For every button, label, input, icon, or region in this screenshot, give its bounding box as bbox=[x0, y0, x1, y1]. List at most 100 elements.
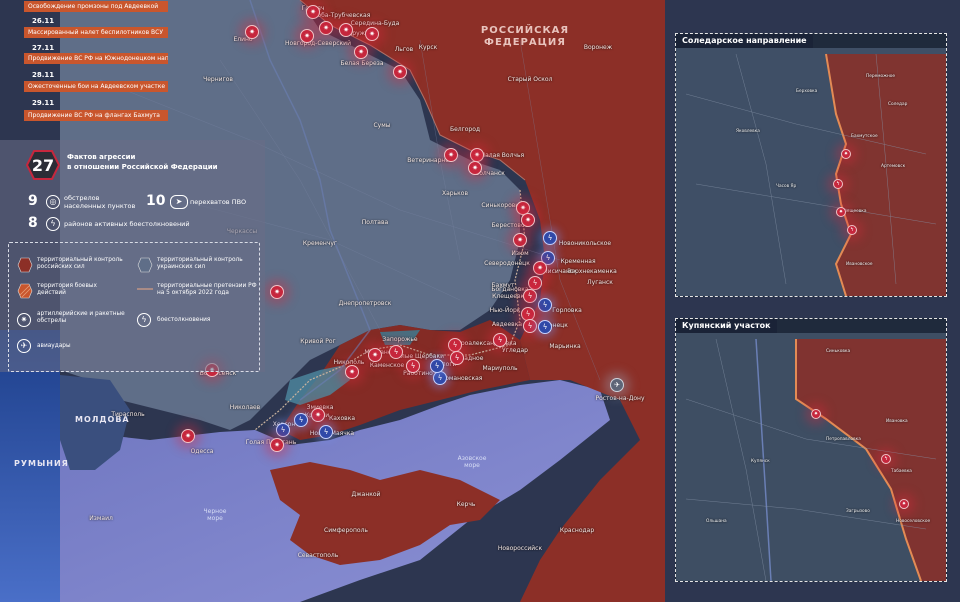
timeline-event-2[interactable]: Продвижение ВС РФ на Южнодонецком направ… bbox=[24, 53, 168, 64]
shelling-marker[interactable]: ϟ bbox=[448, 338, 462, 352]
city-label: Каменское bbox=[369, 362, 405, 369]
inset-kupyansk-label-1: Синьковка bbox=[826, 349, 851, 354]
inset-kupyansk-label-5: Новоселовское bbox=[896, 519, 931, 524]
total-facts-label-line1: Фактов агрессии bbox=[67, 153, 136, 161]
city-label: Романовская bbox=[441, 375, 483, 382]
city-label: Угледар bbox=[502, 347, 528, 354]
city-label: Нью-Йорк bbox=[489, 307, 521, 314]
shelling-marker[interactable]: ✷ bbox=[368, 348, 382, 362]
shelling-marker[interactable]: ✷ bbox=[444, 148, 458, 162]
shelling-marker[interactable]: ϟ bbox=[523, 289, 537, 303]
city-label: Льгов bbox=[394, 46, 414, 53]
shelling-number: 9 bbox=[28, 193, 38, 209]
city-label: Луганск bbox=[587, 279, 613, 286]
missile-icon: ➤ bbox=[170, 195, 188, 209]
clash-marker[interactable]: ϟ bbox=[433, 371, 447, 385]
clash-marker[interactable]: ϟ bbox=[430, 359, 444, 373]
airstrike-icon: ✈ bbox=[17, 339, 31, 353]
city-label: Северодонецк bbox=[484, 260, 530, 267]
legend-combat-zone: территория боевых действий bbox=[37, 283, 97, 296]
shelling-marker[interactable]: ✷ bbox=[270, 285, 284, 299]
city-label: Изюм bbox=[511, 250, 529, 257]
shelling-marker[interactable]: ✷ bbox=[339, 23, 353, 37]
air-defense-label: перехватов ПВО bbox=[190, 198, 247, 206]
inset-kupyansk-marker[interactable]: ✷ bbox=[899, 499, 909, 509]
timeline-event-4[interactable]: Продвижение ВС РФ на флангах Бахмута bbox=[24, 110, 168, 121]
shelling-marker[interactable]: ✷ bbox=[513, 233, 527, 247]
city-label: Джанкой bbox=[351, 491, 381, 498]
legend-artillery: артиллерийские и ракетные обстрелы bbox=[37, 311, 125, 324]
shelling-marker[interactable]: ✷ bbox=[245, 25, 259, 39]
inset-kupyansk-marker[interactable]: ✷ bbox=[811, 409, 821, 419]
city-label: Николаев bbox=[229, 404, 261, 411]
shelling-marker[interactable]: ✷ bbox=[270, 438, 284, 452]
ua-control-swatch bbox=[137, 257, 153, 273]
shelling-marker[interactable]: ✷ bbox=[181, 429, 195, 443]
clash-marker[interactable]: ϟ bbox=[319, 425, 333, 439]
city-label: Малая Волчья bbox=[479, 152, 525, 159]
timeline-event-3[interactable]: Ожесточенные бои на Авдеевском участке bbox=[24, 81, 168, 92]
clash-marker[interactable]: ϟ bbox=[276, 423, 290, 437]
city-label: Воронеж bbox=[583, 44, 613, 51]
inset-soledar-map bbox=[676, 48, 946, 296]
shelling-marker[interactable]: ✷ bbox=[365, 27, 379, 41]
timeline-event-0[interactable]: Освобождение промзоны под Авдеевкой bbox=[24, 1, 168, 12]
clash-marker[interactable]: ϟ bbox=[294, 413, 308, 427]
shelling-marker[interactable]: ✷ bbox=[393, 65, 407, 79]
inset-soledar-marker[interactable]: ϟ bbox=[833, 179, 843, 189]
shelling-marker[interactable]: ϟ bbox=[389, 345, 403, 359]
shelling-marker[interactable]: ✷ bbox=[470, 148, 484, 162]
city-label: Симферополь bbox=[324, 527, 368, 534]
shelling-marker[interactable]: ϟ bbox=[523, 319, 537, 333]
city-label: Белая Береза bbox=[340, 60, 384, 67]
shelling-marker[interactable]: ✷ bbox=[533, 261, 547, 275]
city-label: Белгород bbox=[449, 126, 481, 133]
airstrike-marker[interactable]: ✈ bbox=[610, 378, 624, 392]
city-label: Харьков bbox=[442, 190, 468, 197]
shelling-marker[interactable]: ϟ bbox=[450, 351, 464, 365]
timeline-date-4: 29.11 bbox=[32, 99, 55, 107]
city-label: Полтава bbox=[361, 219, 389, 226]
city-label: Кременчуг bbox=[302, 240, 338, 247]
total-facts-label: Фактов агрессии в отношении Российской Ф… bbox=[67, 152, 257, 172]
clash-marker[interactable]: ϟ bbox=[538, 298, 552, 312]
inset-soledar-label-8: Ивановское bbox=[846, 262, 873, 267]
timeline-date-3: 28.11 bbox=[32, 71, 55, 79]
inset-kupyansk-label-0: Купянск bbox=[751, 459, 770, 464]
inset-soledar-marker[interactable]: ✷ bbox=[841, 149, 851, 159]
inset-soledar-marker[interactable]: ✷ bbox=[836, 207, 846, 217]
lightning-icon: ϟ bbox=[46, 217, 60, 231]
shelling-marker[interactable]: ϟ bbox=[528, 276, 542, 290]
shelling-marker[interactable]: ✷ bbox=[345, 365, 359, 379]
shelling-marker[interactable]: ✷ bbox=[521, 213, 535, 227]
claims-line-swatch bbox=[137, 288, 153, 290]
inset-soledar-label-7: Яковлевка bbox=[736, 129, 760, 134]
black-sea-label: Черное море bbox=[203, 508, 227, 522]
infographic-map: РОССИЙСКАЯ ФЕДЕРАЦИЯ МОЛДОВА РУМЫНИЯ Чер… bbox=[0, 0, 960, 602]
clash-marker[interactable]: ϟ bbox=[538, 320, 552, 334]
inset-soledar-marker[interactable]: ϟ bbox=[847, 225, 857, 235]
inset-soledar: Соледарское направление Переможное Солед… bbox=[675, 33, 947, 297]
inset-kupyansk-label-7: Загрызово bbox=[846, 509, 870, 514]
shelling-marker[interactable]: ϟ bbox=[493, 333, 507, 347]
legend: территориальный контроль российских сил … bbox=[8, 242, 260, 372]
city-label: Лисичанск bbox=[543, 268, 577, 275]
clash-legend-icon: ϟ bbox=[137, 313, 151, 327]
inset-kupyansk-label-2: Петропавловка bbox=[826, 437, 861, 442]
inset-kupyansk-label-4: Табаевка bbox=[891, 469, 912, 474]
shelling-marker[interactable]: ✷ bbox=[319, 21, 333, 35]
shelling-marker[interactable]: ✷ bbox=[306, 5, 320, 19]
legend-ru-claims: территориальные претензии РФ на 5 октябр… bbox=[157, 283, 257, 296]
air-defense-number: 10 bbox=[146, 193, 166, 209]
shelling-marker[interactable]: ✷ bbox=[311, 408, 325, 422]
azov-sea-label: Азовское море bbox=[457, 455, 487, 469]
shelling-marker[interactable]: ✷ bbox=[468, 161, 482, 175]
timeline-event-1[interactable]: Массированный налет беспилотников ВСУ bbox=[24, 27, 168, 38]
shelling-marker[interactable]: ϟ bbox=[406, 359, 420, 373]
total-facts-number: 27 bbox=[31, 156, 55, 175]
city-label: Новоникольское bbox=[558, 240, 612, 247]
inset-kupyansk-marker[interactable]: ϟ bbox=[881, 454, 891, 464]
shelling-marker[interactable]: ✷ bbox=[354, 45, 368, 59]
clash-marker[interactable]: ϟ bbox=[543, 231, 557, 245]
shelling-marker[interactable]: ✷ bbox=[300, 29, 314, 43]
